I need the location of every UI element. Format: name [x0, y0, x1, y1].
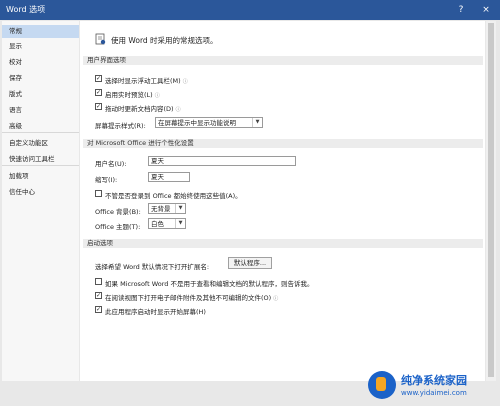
sidebar-item-language[interactable]: 语言 [2, 104, 79, 117]
label-office-background: Office 背景(B): [95, 208, 141, 216]
initials-field[interactable]: 夏天 [148, 172, 190, 182]
sidebar-item-general[interactable]: 常规 [2, 25, 79, 38]
label-office-theme: Office 主题(T): [95, 223, 141, 231]
info-icon: ⓘ [273, 296, 279, 302]
label-live-preview: 启用实时预览(L) ⓘ [105, 91, 160, 99]
checkbox-tell-default-program[interactable] [95, 278, 102, 285]
sidebar-item-addins[interactable]: 加载项 [2, 170, 79, 183]
label-always-use-values: 不管是否登录到 Office 都始终使用这些值(A)。 [105, 192, 242, 200]
watermark: 纯净系统家园 www.yidaimei.com [368, 370, 486, 402]
sidebar-item-display[interactable]: 显示 [2, 40, 79, 53]
chevron-down-icon: ▼ [175, 204, 185, 213]
label-tell-default-program: 如果 Microsoft Word 不是用于查看和编辑文档的默认程序，则告诉我。 [105, 280, 314, 288]
info-icon: ⓘ [182, 79, 188, 85]
sidebar-item-customize-ribbon[interactable]: 自定义功能区 [2, 137, 79, 150]
checkbox-reading-view[interactable]: ✓ [95, 292, 102, 299]
label-default-extensions: 选择希望 Word 默认情况下打开扩展名: [95, 263, 210, 271]
username-field[interactable]: 夏天 [148, 156, 296, 166]
general-settings-icon [95, 33, 106, 45]
checkbox-start-screen[interactable]: ✓ [95, 306, 102, 313]
close-button[interactable]: × [477, 2, 495, 18]
checkbox-live-preview[interactable]: ✓ [95, 89, 102, 96]
select-screentip-style[interactable]: 在屏幕提示中显示功能说明 ▼ [155, 117, 263, 128]
sidebar-item-quick-access[interactable]: 快速访问工具栏 [2, 153, 79, 166]
chevron-down-icon: ▼ [175, 219, 185, 228]
section-ui-options: 用户界面选项 [83, 56, 483, 65]
help-button[interactable]: ? [452, 2, 470, 18]
label-mini-toolbar: 选择时显示浮动工具栏(M) ⓘ [105, 77, 188, 85]
label-update-drag: 拖动时更新文档内容(D) ⓘ [105, 105, 181, 113]
select-office-theme[interactable]: 白色 ▼ [148, 218, 186, 229]
window-title: Word 选项 [6, 5, 46, 14]
general-options-panel: 使用 Word 时采用的常规选项。 用户界面选项 ✓ 选择时显示浮动工具栏(M)… [80, 21, 485, 381]
sidebar-item-advanced[interactable]: 高级 [2, 120, 79, 133]
watermark-logo [368, 371, 396, 399]
checkbox-mini-toolbar[interactable]: ✓ [95, 75, 102, 82]
checkbox-update-drag[interactable]: ✓ [95, 103, 102, 110]
label-reading-view: 在阅读视图下打开电子邮件附件及其他不可编辑的文件(O) ⓘ [105, 294, 279, 302]
label-start-screen: 此应用程序启动时显示开始屏幕(H) [105, 308, 206, 316]
title-bar: Word 选项 ? × [0, 0, 500, 20]
sidebar-item-save[interactable]: 保存 [2, 72, 79, 85]
select-office-background[interactable]: 无背景 ▼ [148, 203, 186, 214]
watermark-title: 纯净系统家园 [401, 374, 467, 387]
checkbox-always-use-values[interactable] [95, 190, 102, 197]
scrollbar-thumb[interactable] [488, 23, 494, 377]
default-programs-button[interactable]: 默认程序... [228, 257, 272, 269]
sidebar-item-typography[interactable]: 版式 [2, 88, 79, 101]
vertical-scrollbar[interactable] [486, 21, 496, 381]
page-header: 使用 Word 时采用的常规选项。 [111, 36, 218, 45]
info-icon: ⓘ [154, 93, 160, 99]
section-personalize: 对 Microsoft Office 进行个性化设置 [83, 139, 483, 148]
watermark-url: www.yidaimei.com [401, 389, 467, 397]
sidebar: 常规 显示 校对 保存 版式 语言 高级 自定义功能区 快速访问工具栏 加载项 … [2, 21, 79, 381]
sidebar-item-proofing[interactable]: 校对 [2, 56, 79, 69]
label-initials: 缩写(I): [95, 176, 118, 184]
section-startup: 启动选项 [83, 239, 483, 248]
chevron-down-icon: ▼ [252, 118, 262, 127]
info-icon: ⓘ [175, 107, 181, 113]
sidebar-item-trust-center[interactable]: 信任中心 [2, 186, 79, 199]
label-screentip-style: 屏幕提示样式(R): [95, 122, 146, 130]
label-username: 用户名(U): [95, 160, 127, 168]
